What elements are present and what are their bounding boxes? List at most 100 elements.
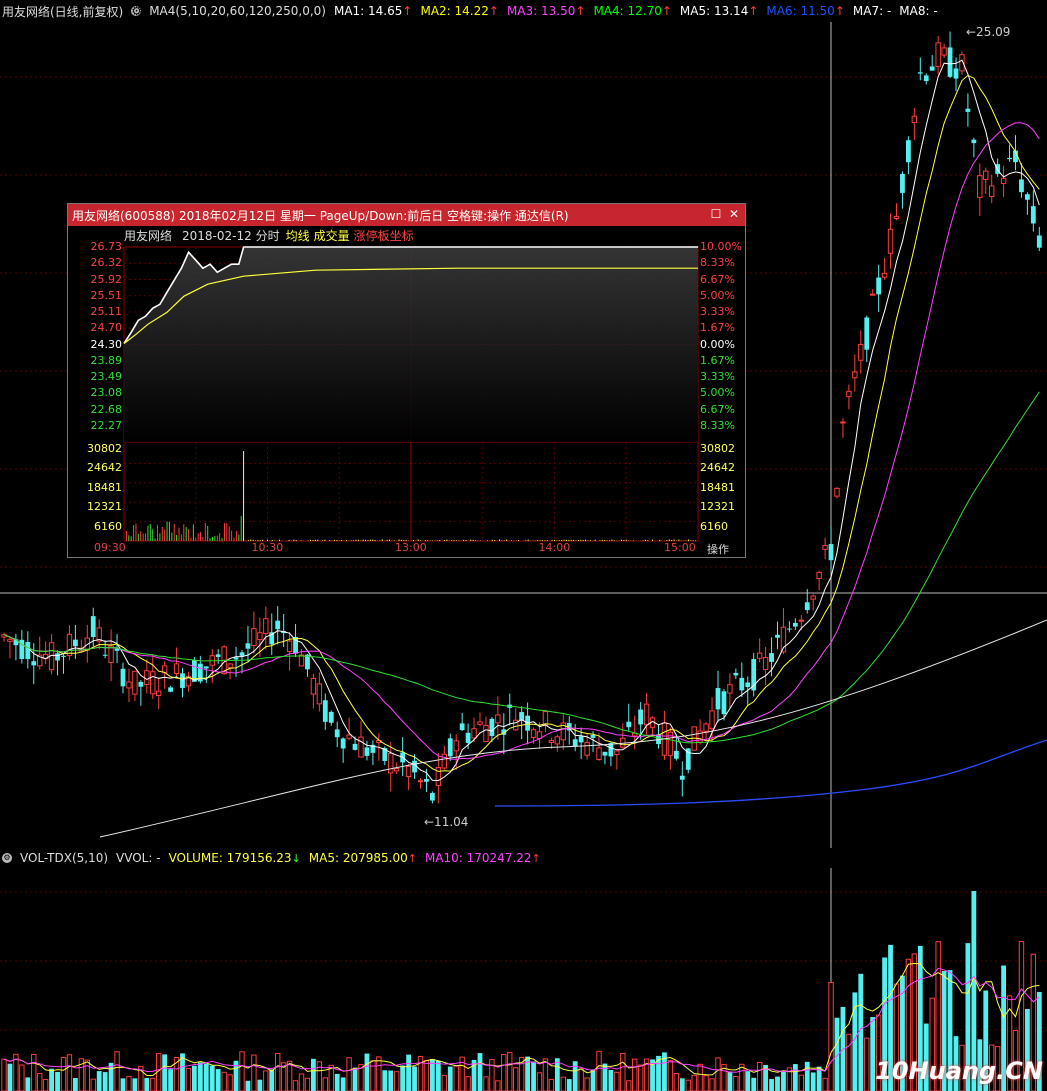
volume-bar [846, 1033, 852, 1091]
volume-bar [311, 1058, 316, 1091]
price-area-fill [124, 247, 698, 442]
up-arrow-icon: ↑ [748, 4, 759, 18]
low-price-label: ←11.04 [424, 815, 468, 829]
indicator-bar: 用友网络(日线,前复权) ⚙ MA4(5,10,20,60,120,250,0,… [0, 0, 1047, 22]
volume-bar [828, 981, 834, 1091]
vol-indicator-name[interactable]: VOL-TDX(5,10) [20, 851, 108, 865]
maximize-icon[interactable]: ☐ [709, 207, 723, 221]
volume-bar [346, 1057, 352, 1091]
candle-body [120, 668, 126, 687]
popup-titlebar[interactable]: 用友网络(600588) 2018年02月12日 星期一 PageUp/Down… [68, 204, 745, 226]
volume-bar [55, 1071, 60, 1091]
volume-bar [286, 1060, 293, 1091]
volume-bar [578, 1068, 584, 1091]
candle-body [756, 652, 763, 659]
volume-bar [715, 1057, 721, 1091]
up-arrow-icon: ↑ [531, 852, 541, 865]
volume-bar [221, 1071, 227, 1091]
candle-body [906, 140, 911, 163]
volume-bar [394, 1071, 400, 1091]
candle-body [798, 619, 804, 622]
volume-bar [596, 1050, 602, 1091]
candle-body [477, 721, 483, 725]
volume-bar [400, 1065, 406, 1091]
volume-bar [792, 1064, 798, 1091]
candle-body [822, 545, 828, 550]
volume-bar [269, 1069, 275, 1091]
volume-bar [49, 1068, 54, 1091]
gear-icon[interactable]: ⚙ [2, 853, 12, 863]
volume-bar [114, 1051, 120, 1091]
volume-bar [560, 1076, 566, 1091]
volume-bar [430, 1059, 435, 1091]
candle-body [144, 670, 150, 686]
candle-body [584, 741, 590, 756]
volume-bar [251, 1054, 257, 1091]
operations-button[interactable]: 操作 [707, 541, 729, 557]
candle-body [227, 663, 233, 669]
candle-body [126, 681, 132, 689]
candle-body [739, 677, 745, 691]
volume-bar [667, 1060, 674, 1091]
ma-value-2: MA2: 14.22↑ [420, 4, 499, 18]
ma-value-8: MA8: - [899, 4, 938, 18]
candle-body [316, 683, 323, 705]
volume-bar [19, 1064, 25, 1091]
candle-body [828, 544, 834, 561]
volume-bar [477, 1053, 483, 1091]
volume-bar [602, 1063, 608, 1091]
candle-body [953, 68, 959, 79]
volume-bar [745, 1071, 751, 1091]
candle-body [173, 663, 180, 675]
volume-bar [632, 1058, 638, 1091]
candle-body [358, 736, 364, 758]
watermark: 10Huang.CN [875, 1057, 1043, 1085]
volume-bar [501, 1054, 507, 1091]
volume-bar [495, 1080, 501, 1091]
volume-bar [412, 1066, 417, 1091]
close-icon[interactable]: ✕ [727, 207, 741, 221]
volume-bar [322, 1077, 329, 1091]
volume-bar [120, 1078, 126, 1091]
volume-bar [751, 1077, 757, 1091]
candle-body [965, 108, 971, 112]
candle-body [578, 736, 584, 743]
candle-body [453, 740, 459, 752]
volume-bar [513, 1067, 519, 1091]
candle-body [881, 272, 888, 278]
volume-bar [423, 1059, 430, 1091]
candle-body [257, 632, 263, 641]
candle-body [733, 672, 739, 676]
volume-bar [804, 1061, 810, 1091]
candle-body [929, 66, 935, 71]
candle-body [394, 767, 400, 772]
candle-body [251, 628, 257, 646]
candle-body [73, 639, 78, 647]
gear-icon[interactable]: ⚙ [131, 5, 142, 17]
candle-body [138, 681, 144, 687]
popup-title: 用友网络(600588) 2018年02月12日 星期一 PageUp/Down… [72, 208, 569, 223]
indicator-name[interactable]: MA4(5,10,20,60,120,250,0,0) [149, 4, 326, 18]
candle-body [816, 571, 822, 579]
ma-value-5: MA5: 13.14↑ [679, 4, 759, 18]
candle-body [787, 628, 792, 630]
volume-bar [727, 1071, 733, 1091]
volume-bar [215, 1069, 221, 1091]
volume-bar [590, 1069, 596, 1091]
legend-limit-scale[interactable]: 涨停板坐标 [354, 227, 414, 244]
intraday-chart[interactable] [68, 244, 745, 558]
candle-body [864, 317, 870, 350]
volume-bar [304, 1077, 311, 1091]
candle-body [638, 709, 644, 725]
volume-bar [620, 1052, 626, 1091]
volume-bar [1, 1058, 7, 1091]
volume-bar [84, 1059, 90, 1091]
candle-body [852, 371, 858, 379]
intraday-popup[interactable]: 用友网络(600588) 2018年02月12日 星期一 PageUp/Down… [67, 203, 746, 558]
candle-body [911, 115, 918, 124]
volume-bar [102, 1072, 108, 1091]
volume-bar [775, 1076, 780, 1091]
candle-body [245, 643, 251, 649]
candle-body [608, 743, 614, 757]
volume-bar [447, 1066, 453, 1091]
